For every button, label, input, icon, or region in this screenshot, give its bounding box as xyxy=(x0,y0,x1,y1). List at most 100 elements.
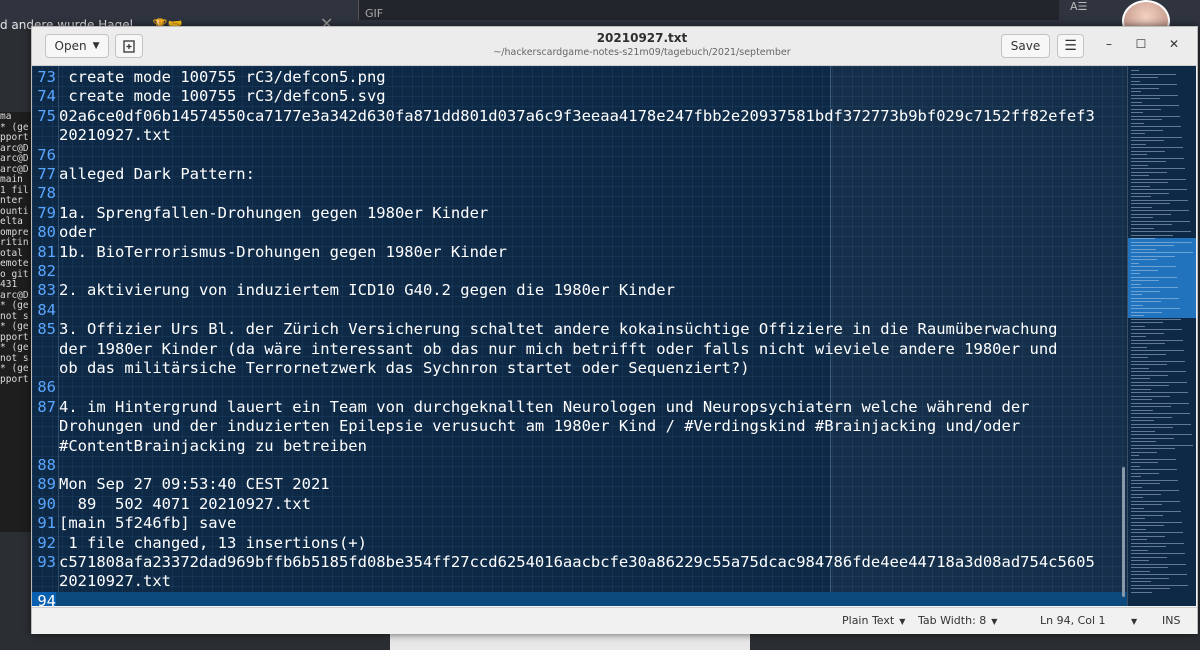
overview-line xyxy=(1131,210,1189,211)
editor-line[interactable]: 80 oder xyxy=(32,223,96,242)
overview-line xyxy=(1131,150,1165,152)
open-button[interactable]: Open ▼ xyxy=(45,34,109,58)
overview-line xyxy=(1131,364,1167,365)
line-number: 82 xyxy=(37,262,56,280)
overview-line xyxy=(1131,231,1191,232)
document-overview-map[interactable] xyxy=(1127,66,1196,606)
overview-line xyxy=(1131,269,1158,271)
overview-line xyxy=(1131,315,1144,316)
close-window-icon[interactable]: ✕ xyxy=(1165,37,1183,51)
insert-mode[interactable]: INS xyxy=(1162,614,1180,627)
overview-line xyxy=(1131,528,1146,530)
text-editor[interactable]: 73 create mode 100755 rC3/defcon5.png 74 … xyxy=(32,66,1127,606)
editor-line[interactable]: 94 xyxy=(32,591,1127,606)
editor-line[interactable]: 87 4. im Hintergrund lauert ein Team von … xyxy=(32,397,1030,417)
overview-line xyxy=(1131,105,1179,106)
line-number: 88 xyxy=(37,456,56,474)
editor-line[interactable]: #ContentBrainjacking zu betreiben xyxy=(32,437,367,456)
overview-line xyxy=(1131,588,1170,589)
editor-line[interactable]: 93 c571808afa23372dad969bffb6b5185fd08be3… xyxy=(32,553,1095,572)
editor-line[interactable]: 74 create mode 100755 rC3/defcon5.svg xyxy=(32,87,385,106)
hamburger-menu-icon[interactable]: ☰ xyxy=(1057,34,1084,58)
editor-line[interactable]: der 1980er Kinder (da wäre interessant o… xyxy=(32,340,1058,359)
editor-line[interactable]: Drohungen und der induzierten Epilepsie … xyxy=(32,417,1020,436)
editor-line[interactable]: 92 1 file changed, 13 insertions(+) xyxy=(32,534,367,553)
overview-line xyxy=(1131,311,1162,313)
overview-line xyxy=(1131,70,1139,71)
status-bar: Plain Text ▼ Tab Width: 8 ▼ Ln 94, Col 1 ▼… xyxy=(32,607,1197,634)
overview-line xyxy=(1131,339,1183,341)
editor-line[interactable]: 88 xyxy=(32,456,59,475)
background-window-strip xyxy=(390,632,750,650)
vertical-scrollbar[interactable] xyxy=(1122,467,1125,597)
editor-line[interactable]: 76 xyxy=(32,146,59,165)
editor-line[interactable]: 20210927.txt xyxy=(32,126,171,145)
overview-line xyxy=(1131,224,1172,225)
overview-line xyxy=(1131,430,1155,432)
editor-line[interactable]: 89 Mon Sep 27 09:53:40 CEST 2021 xyxy=(32,475,329,494)
editor-line[interactable]: 84 xyxy=(32,301,59,320)
overview-line xyxy=(1131,206,1152,208)
language-icon[interactable]: A☰ xyxy=(1070,0,1087,13)
position-menu-icon[interactable]: ▼ xyxy=(1131,614,1137,627)
line-number: 76 xyxy=(37,145,56,164)
overview-line xyxy=(1131,514,1163,516)
editor-line[interactable]: 85 3. Offizier Urs Bl. der Zürich Versich… xyxy=(32,320,1057,339)
overview-line xyxy=(1131,507,1144,509)
editor-line[interactable]: 91 [main 5f246fb] save xyxy=(32,514,236,533)
overview-line xyxy=(1131,133,1145,134)
overview-line xyxy=(1131,448,1175,449)
overview-line xyxy=(1131,98,1160,99)
line-number: 86 xyxy=(37,378,56,397)
overview-viewport[interactable] xyxy=(1128,238,1196,318)
overview-line xyxy=(1131,486,1142,488)
new-document-button[interactable] xyxy=(115,34,143,58)
editor-line[interactable]: 82 xyxy=(32,262,59,281)
chevron-down-icon: ▼ xyxy=(1131,617,1138,626)
overview-line xyxy=(1131,357,1148,358)
maximize-icon[interactable]: ☐ xyxy=(1132,37,1150,51)
overview-line xyxy=(1131,297,1179,299)
editor-line[interactable]: 20210927.txt xyxy=(32,572,171,591)
editor-line[interactable]: 75 02a6ce0df06b14574550ca7177e3a342d630fa… xyxy=(32,107,1095,126)
editor-line[interactable]: 81 1b. BioTerrorismus-Drohungen gegen 198… xyxy=(32,243,507,262)
editor-line[interactable]: 83 2. aktivierung von induziertem ICD10 G… xyxy=(32,281,675,300)
overview-line xyxy=(1131,101,1142,103)
overview-line xyxy=(1131,406,1171,407)
overview-line xyxy=(1131,451,1157,453)
overview-line xyxy=(1131,402,1189,404)
overview-line xyxy=(1131,143,1146,145)
overview-line xyxy=(1131,94,1178,96)
overview-line xyxy=(1131,455,1139,456)
minimize-icon[interactable]: – xyxy=(1100,37,1118,51)
editor-line[interactable]: 86 xyxy=(32,378,59,397)
line-text: 4. im Hintergrund lauert ein Team von du… xyxy=(59,397,1030,416)
editor-line[interactable]: 73 create mode 100755 rC3/defcon5.png xyxy=(32,68,385,87)
language-selector[interactable]: Plain Text ▼ xyxy=(842,614,905,627)
editor-line[interactable]: 90 89 502 4071 20210927.txt xyxy=(32,495,311,514)
overview-line xyxy=(1131,196,1151,197)
overview-line xyxy=(1131,154,1147,155)
overview-line xyxy=(1131,399,1152,400)
editor-line[interactable]: ob das militärsiche Terrornetzwerk das S… xyxy=(32,359,750,378)
overview-line xyxy=(1131,504,1162,505)
save-button[interactable]: Save xyxy=(1001,34,1050,58)
editor-line[interactable]: 79 1a. Sprengfallen-Drohungen gegen 1980e… xyxy=(32,204,488,223)
editor-line[interactable]: 78 xyxy=(32,184,59,203)
overview-line xyxy=(1131,535,1165,537)
tab-width-selector[interactable]: Tab Width: 8 ▼ xyxy=(918,614,997,627)
editor-line[interactable]: 77 alleged Dark Pattern: xyxy=(32,165,255,184)
overview-line xyxy=(1131,318,1181,320)
overview-line xyxy=(1131,395,1170,397)
overview-line xyxy=(1131,283,1141,285)
overview-line xyxy=(1131,381,1187,383)
overview-line xyxy=(1131,245,1174,246)
overview-line xyxy=(1131,479,1178,481)
overview-line xyxy=(1131,294,1142,295)
overview-line xyxy=(1131,115,1180,117)
overview-line xyxy=(1131,308,1180,309)
overview-line xyxy=(1131,553,1185,554)
overview-line xyxy=(1131,234,1173,236)
overview-line xyxy=(1131,346,1147,348)
overview-line xyxy=(1131,189,1187,190)
